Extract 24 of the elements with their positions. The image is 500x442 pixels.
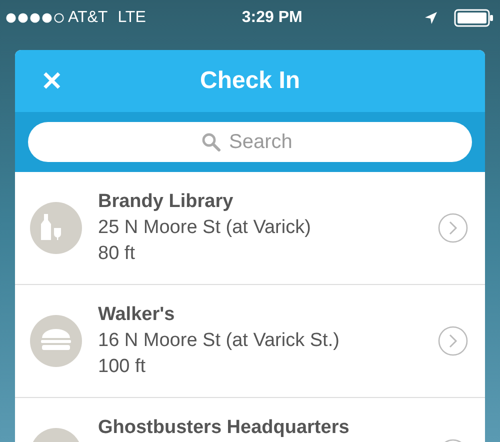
venue-row[interactable]: Brandy Library 25 N Moore St (at Varick) 80 ft	[15, 172, 485, 285]
location-arrow-icon	[424, 11, 438, 25]
search-input[interactable]: Search	[229, 127, 299, 157]
venue-name: Ghostbusters Headquarters	[98, 416, 350, 440]
carrier: AT&T	[68, 8, 108, 28]
search-field[interactable]: Search	[28, 122, 472, 162]
venue-distance: 100 ft	[98, 355, 147, 379]
clock: 3:29 PM	[242, 8, 302, 28]
signal-icon	[6, 13, 64, 23]
venue-address: 25 N Moore St (at Varick)	[98, 216, 312, 240]
battery-icon	[454, 9, 494, 27]
venue-icon	[30, 315, 82, 367]
venue-row[interactable]: Ghostbusters Headquarters	[15, 398, 485, 442]
venue-icon	[30, 202, 82, 254]
venue-name: Walker's	[98, 303, 176, 327]
venue-row[interactable]: Walker's 16 N Moore St (at Varick St.) 100 ft	[15, 285, 485, 398]
chevron-icon	[438, 213, 468, 243]
chevron-icon	[438, 326, 468, 356]
venue-name: Brandy Library	[98, 190, 234, 214]
network-type: LTE	[118, 8, 146, 28]
search-icon	[201, 132, 221, 152]
venue-distance: 80 ft	[98, 242, 136, 266]
window-title: Check In	[200, 66, 300, 96]
venue-address: 16 N Moore St (at Varick St.)	[98, 329, 340, 353]
